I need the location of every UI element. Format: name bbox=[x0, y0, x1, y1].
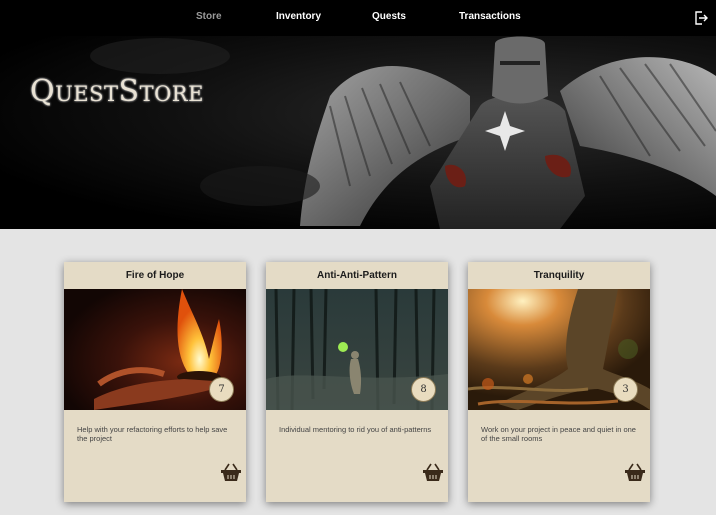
card-image: 7 bbox=[64, 289, 246, 410]
logout-icon[interactable] bbox=[693, 10, 709, 26]
top-nav: Store Inventory Quests Transactions bbox=[0, 0, 716, 36]
card-title: Tranquility bbox=[533, 270, 585, 281]
card-description: Help with your refactoring efforts to he… bbox=[77, 425, 228, 443]
nav-quests[interactable]: Quests bbox=[372, 11, 406, 22]
card-description: Individual mentoring to rid you of anti-… bbox=[279, 425, 432, 434]
hero-banner: QuestStore bbox=[0, 36, 716, 229]
nav-inventory[interactable]: Inventory bbox=[276, 11, 321, 22]
card-image: 8 bbox=[266, 289, 448, 410]
price-badge: 7 bbox=[209, 377, 234, 402]
store-item-card: Tranquility 3 Work on your project in pe… bbox=[468, 262, 650, 502]
nav-store[interactable]: Store bbox=[196, 11, 222, 22]
basket-icon[interactable] bbox=[422, 462, 444, 482]
card-description: Work on your project in peace and quiet … bbox=[481, 425, 636, 443]
card-image: 3 bbox=[468, 289, 650, 410]
store-item-card: Anti-Anti-Pattern 8 Individual mentoring… bbox=[266, 262, 448, 502]
card-title: Fire of Hope bbox=[125, 270, 185, 281]
basket-icon[interactable] bbox=[220, 462, 242, 482]
brand-logo: QuestStore bbox=[30, 74, 204, 109]
basket-icon[interactable] bbox=[624, 462, 646, 482]
price-badge: 3 bbox=[613, 377, 638, 402]
card-title: Anti-Anti-Pattern bbox=[317, 270, 397, 281]
store-item-card: Fire of Hope 7 Help with your refactorin… bbox=[64, 262, 246, 502]
knight-illustration bbox=[90, 36, 716, 229]
price-badge: 8 bbox=[411, 377, 436, 402]
nav-transactions[interactable]: Transactions bbox=[459, 11, 521, 22]
